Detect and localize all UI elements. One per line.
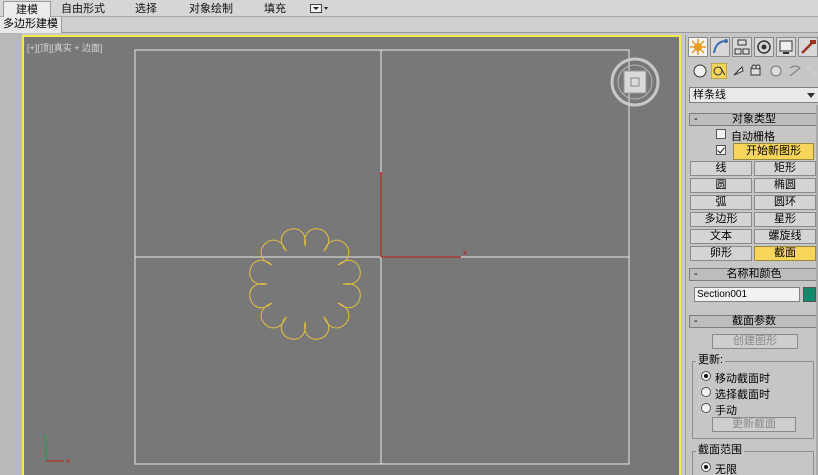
ellipse-button[interactable]: 椭圆 (754, 178, 816, 193)
chevron-down-icon (807, 93, 815, 98)
ngon-button[interactable]: 多边形 (690, 212, 752, 227)
text-button[interactable]: 文本 (690, 229, 752, 244)
update-section-button[interactable]: 更新截面 (712, 417, 796, 432)
systems-icon[interactable] (804, 63, 818, 79)
lights-icon[interactable] (730, 63, 746, 79)
ribbon-sub-bar: 多边形建模 (0, 17, 818, 33)
display-icon[interactable] (776, 37, 796, 57)
svg-text:y: y (43, 433, 47, 441)
viewport-label[interactable]: [+][顶][真实 + 边面] (27, 41, 103, 54)
helpers-icon[interactable] (768, 63, 784, 79)
left-toolbar-strip (0, 33, 22, 475)
update-group-label: 更新: (696, 354, 726, 366)
star-button[interactable]: 星形 (754, 212, 816, 227)
tab-selection[interactable]: 选择 (128, 1, 164, 17)
create-icon[interactable] (688, 37, 708, 57)
update-on-select-label: 选择截面时 (715, 389, 770, 401)
tab-polygon-modeling[interactable]: 多边形建模 (0, 17, 62, 33)
update-on-move-radio[interactable] (701, 371, 711, 381)
object-type-rollout-header[interactable]: - 对象类型 (689, 113, 818, 126)
update-on-move-label: 移动截面时 (715, 373, 770, 385)
section-params-rollout-header[interactable]: - 截面参数 (689, 315, 818, 328)
start-new-shape-checkbox[interactable] (716, 145, 726, 155)
motion-icon[interactable] (754, 37, 774, 57)
command-panel: 样条线 - 对象类型 自动栅格 开始新图形 线 矩形 圆 椭圆 弧 圆环 多边形… (685, 35, 818, 475)
tab-modeling[interactable]: 建模 (3, 1, 51, 17)
gizmo-x-label: x (463, 249, 467, 257)
cameras-icon[interactable] (749, 63, 765, 79)
object-type-title: 对象类型 (732, 113, 776, 125)
egg-button[interactable]: 卵形 (690, 246, 752, 261)
flower-shape[interactable] (249, 228, 361, 340)
tab-populate[interactable]: 填充 (258, 1, 292, 17)
update-manual-radio[interactable] (701, 403, 711, 413)
hierarchy-icon[interactable] (732, 37, 752, 57)
viewport-canvas[interactable]: x y x (24, 37, 681, 475)
shapes-icon[interactable] (711, 63, 727, 79)
extents-infinite-radio[interactable] (701, 462, 711, 472)
line-button[interactable]: 线 (690, 161, 752, 176)
update-manual-label: 手动 (715, 405, 737, 417)
ribbon-tab-bar: 建模 自由形式 选择 对象绘制 填充 (0, 0, 818, 17)
arc-button[interactable]: 弧 (690, 195, 752, 210)
object-name-field[interactable]: Section001 (694, 287, 800, 302)
rectangle-button[interactable]: 矩形 (754, 161, 816, 176)
circle-button[interactable]: 圆 (690, 178, 752, 193)
section-params-title: 截面参数 (732, 315, 776, 327)
utilities-icon[interactable] (798, 37, 818, 57)
collapse-icon: - (694, 268, 698, 280)
extents-infinite-label: 无限 (715, 464, 737, 475)
autogrid-label: 自动栅格 (731, 131, 775, 143)
world-axis-icon: y x (43, 433, 70, 465)
viewcube-icon[interactable] (610, 57, 660, 107)
section-button[interactable]: 截面 (754, 246, 816, 261)
collapse-icon: - (694, 113, 698, 125)
name-color-title: 名称和颜色 (726, 268, 782, 280)
start-new-shape-button[interactable]: 开始新图形 (733, 143, 814, 160)
top-viewport[interactable]: x y x [+][顶][真实 + 边面] (22, 35, 681, 475)
donut-button[interactable]: 圆环 (754, 195, 816, 210)
tab-freeform[interactable]: 自由形式 (57, 1, 109, 17)
object-color-swatch[interactable] (803, 287, 816, 302)
tab-object-paint[interactable]: 对象绘制 (182, 1, 240, 17)
svg-text:x: x (66, 457, 70, 465)
space-warps-icon[interactable] (787, 63, 803, 79)
section-extents-label: 截面范围 (696, 444, 744, 456)
autogrid-checkbox[interactable] (716, 129, 726, 139)
create-shape-button[interactable]: 创建图形 (712, 334, 798, 349)
geometry-icon[interactable] (692, 63, 708, 79)
modify-icon[interactable] (710, 37, 730, 57)
update-on-select-radio[interactable] (701, 387, 711, 397)
dropdown-toggle-icon[interactable] (310, 4, 330, 14)
category-dropdown[interactable]: 样条线 (689, 87, 818, 103)
name-color-rollout-header[interactable]: - 名称和颜色 (689, 268, 818, 281)
category-value: 样条线 (693, 89, 726, 101)
helix-button[interactable]: 螺旋线 (754, 229, 816, 244)
collapse-icon: - (694, 315, 698, 327)
